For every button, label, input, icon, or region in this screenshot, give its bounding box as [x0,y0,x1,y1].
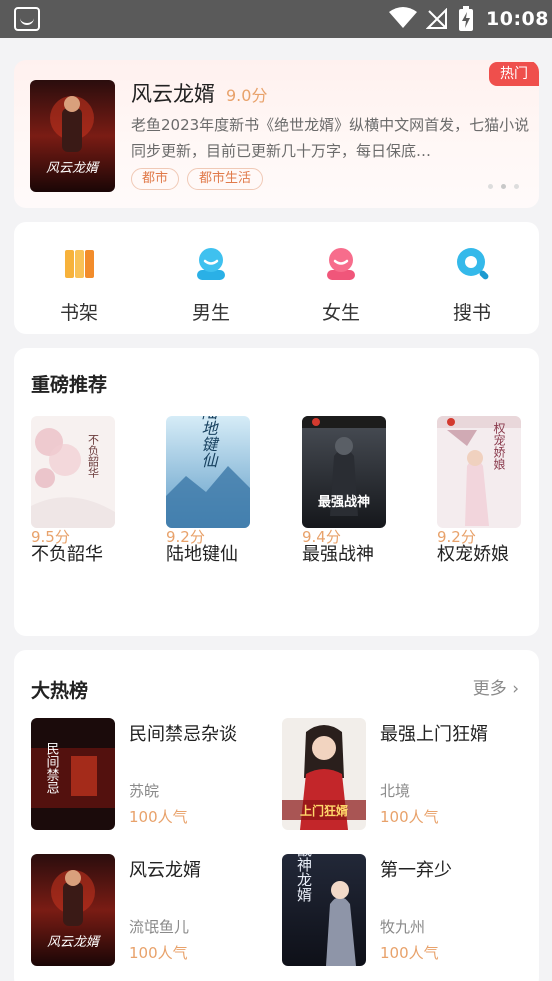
banner-tag[interactable]: 都市 [131,168,179,190]
featured-banner[interactable]: 风云龙婿 风云龙婿 9.0分 热门 老鱼2023年度新书《绝世龙婿》纵横中文网首… [14,60,539,208]
banner-book-cover[interactable]: 风云龙婿 [30,80,115,192]
book-score: 9.2分 [437,528,476,546]
banner-score: 9.0分 [226,86,268,105]
book-cover[interactable]: 最强战神 [302,416,386,528]
cover-title-text: 战神龙婿 [295,854,313,903]
bookshelf-icon [65,250,94,278]
book-popularity: 100人气 [380,808,439,826]
book-cover[interactable]: 民间禁忌 [31,718,115,830]
book-author: 流氓鱼儿 [129,918,190,936]
chevron-right-icon: › [512,679,519,699]
cover-title-text: 上门狂婿 [300,803,348,818]
wifi-icon [389,7,417,28]
more-link[interactable]: 更多 › [473,674,519,699]
nav-male[interactable]: 男生 [171,244,251,325]
battery-charging-icon [459,6,473,31]
book-author: 苏皖 [129,782,160,800]
nav-search[interactable]: 搜书 [432,244,512,325]
hot-book[interactable]: 上门狂婿 最强上门狂婿 北境 100人气 [282,718,522,830]
book-cover[interactable]: 不负韶华 [31,416,115,528]
cover-title-text: 不负韶华 [87,434,100,478]
category-nav: 书架 男生 女生 搜书 [14,222,539,334]
book-name: 第一弃少 [380,860,452,881]
book-cover[interactable]: 风云龙婿 [31,854,115,966]
book-cover[interactable]: 战神龙婿 [282,854,366,966]
no-signal-icon [426,8,447,29]
more-label: 更多 [472,679,507,699]
book-score: 9.5分 [31,528,70,546]
cover-title-text: 权宠娇娘 [492,422,506,470]
carousel-indicator [480,174,519,193]
section-title: 大热榜 [31,680,89,702]
book-score: 9.4分 [302,528,341,546]
cover-title-text: 风云龙婿 [47,935,101,950]
nav-female[interactable]: 女生 [301,244,381,325]
book-name: 最强上门狂婿 [380,724,488,745]
book-cover[interactable]: 上门狂婿 [282,718,366,830]
cover-title-text: 陆地键仙 [199,416,218,468]
book-popularity: 100人气 [129,808,188,826]
recommend-section: 重磅推荐 不负韶华 不负韶华 9.5分 陆地键仙 陆地键仙 9.2分 最强战神 … [14,348,539,636]
book-cover[interactable]: 权宠娇娘 [437,416,521,528]
cover-title-text: 民间禁忌 [44,742,60,794]
hot-book[interactable]: 风云龙婿 风云龙婿 流氓鱼儿 100人气 [31,854,271,966]
book-cover[interactable]: 陆地键仙 [166,416,250,528]
section-title: 重磅推荐 [31,374,108,396]
female-icon [327,248,355,280]
status-bar: 10:08 [0,0,552,38]
book-popularity: 100人气 [380,944,439,962]
hot-book[interactable]: 民间禁忌 民间禁忌杂谈 苏皖 100人气 [31,718,271,830]
banner-description: 老鱼2023年度新书《绝世龙婿》纵横中文网首发，七猫小说同步更新，目前已更新几十… [131,116,530,160]
nav-label: 男生 [191,302,230,324]
book-popularity: 100人气 [129,944,188,962]
nav-label: 女生 [321,302,360,324]
hot-badge: 热门 [489,62,539,86]
clock: 10:08 [486,8,549,30]
banner-cover-text: 风云龙婿 [46,161,100,176]
book-name: 民间禁忌杂谈 [129,724,237,745]
search-icon [457,248,489,280]
book-name: 风云龙婿 [129,860,201,881]
book-score: 9.2分 [166,528,205,546]
male-icon [197,248,225,280]
cover-title-text: 最强战神 [318,494,370,510]
banner-tag[interactable]: 都市生活 [187,168,263,190]
banner-title: 风云龙婿 [131,82,215,106]
book-author: 牧九州 [380,918,426,936]
nav-label: 书架 [59,302,98,324]
hot-list-section: 大热榜 更多 › 民间禁忌 民间禁忌杂谈 苏皖 100人气 上门狂婿 最强上门狂… [14,650,539,981]
book-author: 北境 [380,782,411,800]
nav-bookshelf[interactable]: 书架 [39,244,119,325]
app-notification-icon [14,7,40,31]
nav-label: 搜书 [452,302,491,324]
hot-book[interactable]: 战神龙婿 第一弃少 牧九州 100人气 [282,854,522,966]
